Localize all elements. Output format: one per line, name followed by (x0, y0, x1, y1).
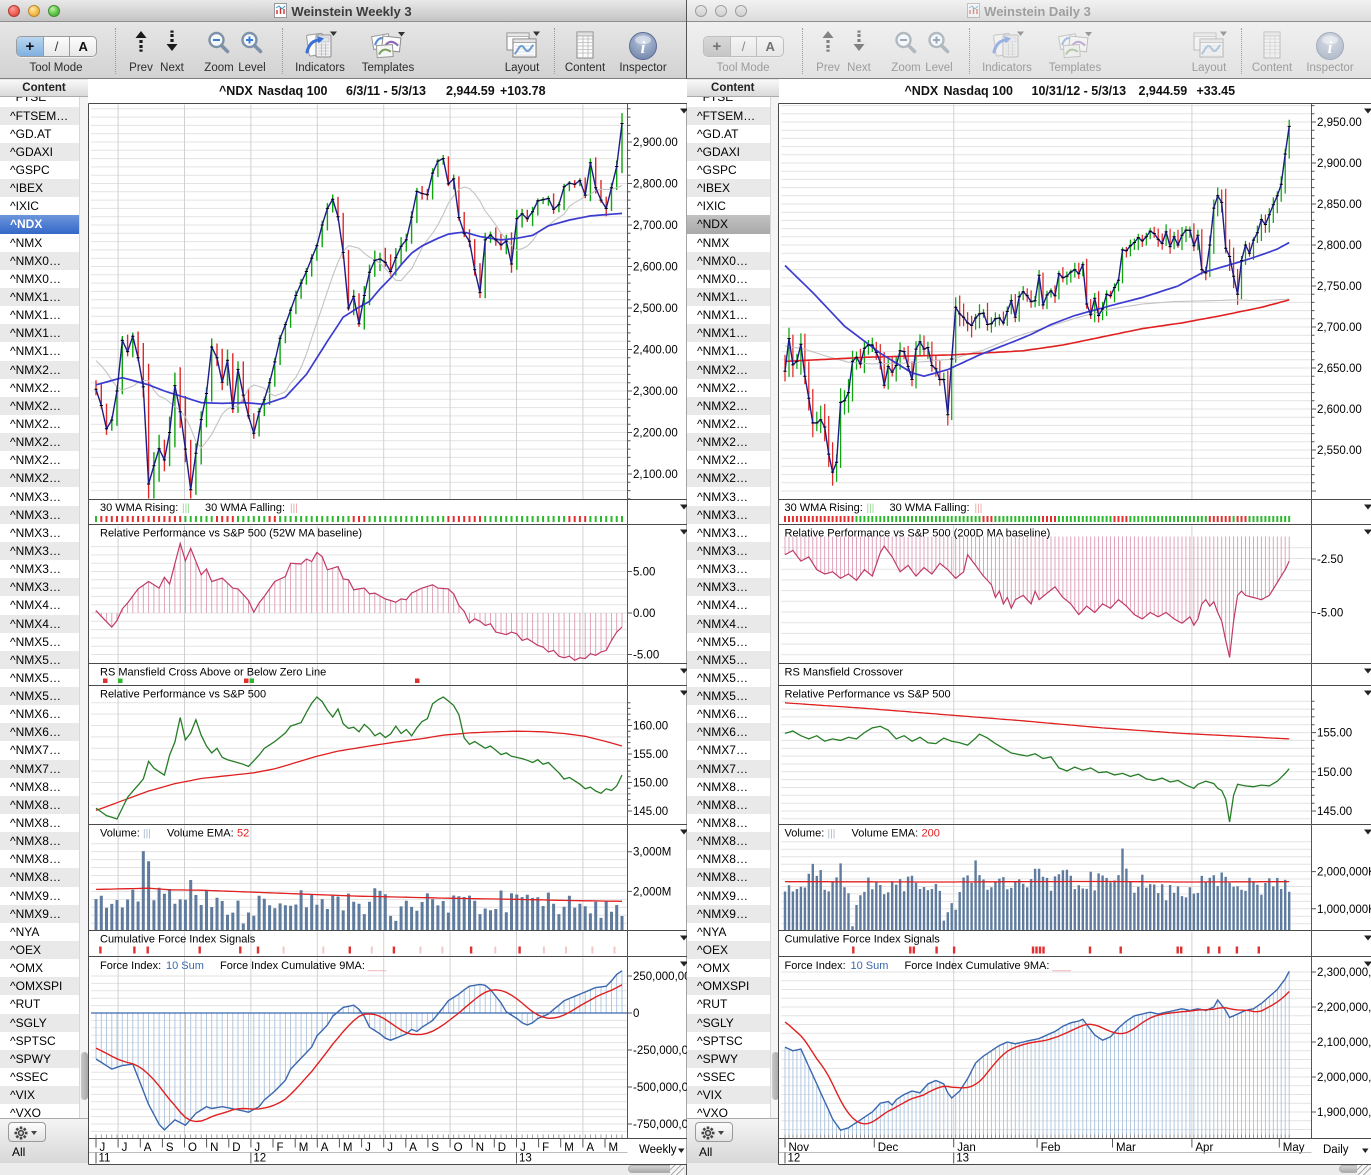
svg-text:i: i (641, 38, 646, 57)
svg-text:i: i (1328, 38, 1333, 57)
